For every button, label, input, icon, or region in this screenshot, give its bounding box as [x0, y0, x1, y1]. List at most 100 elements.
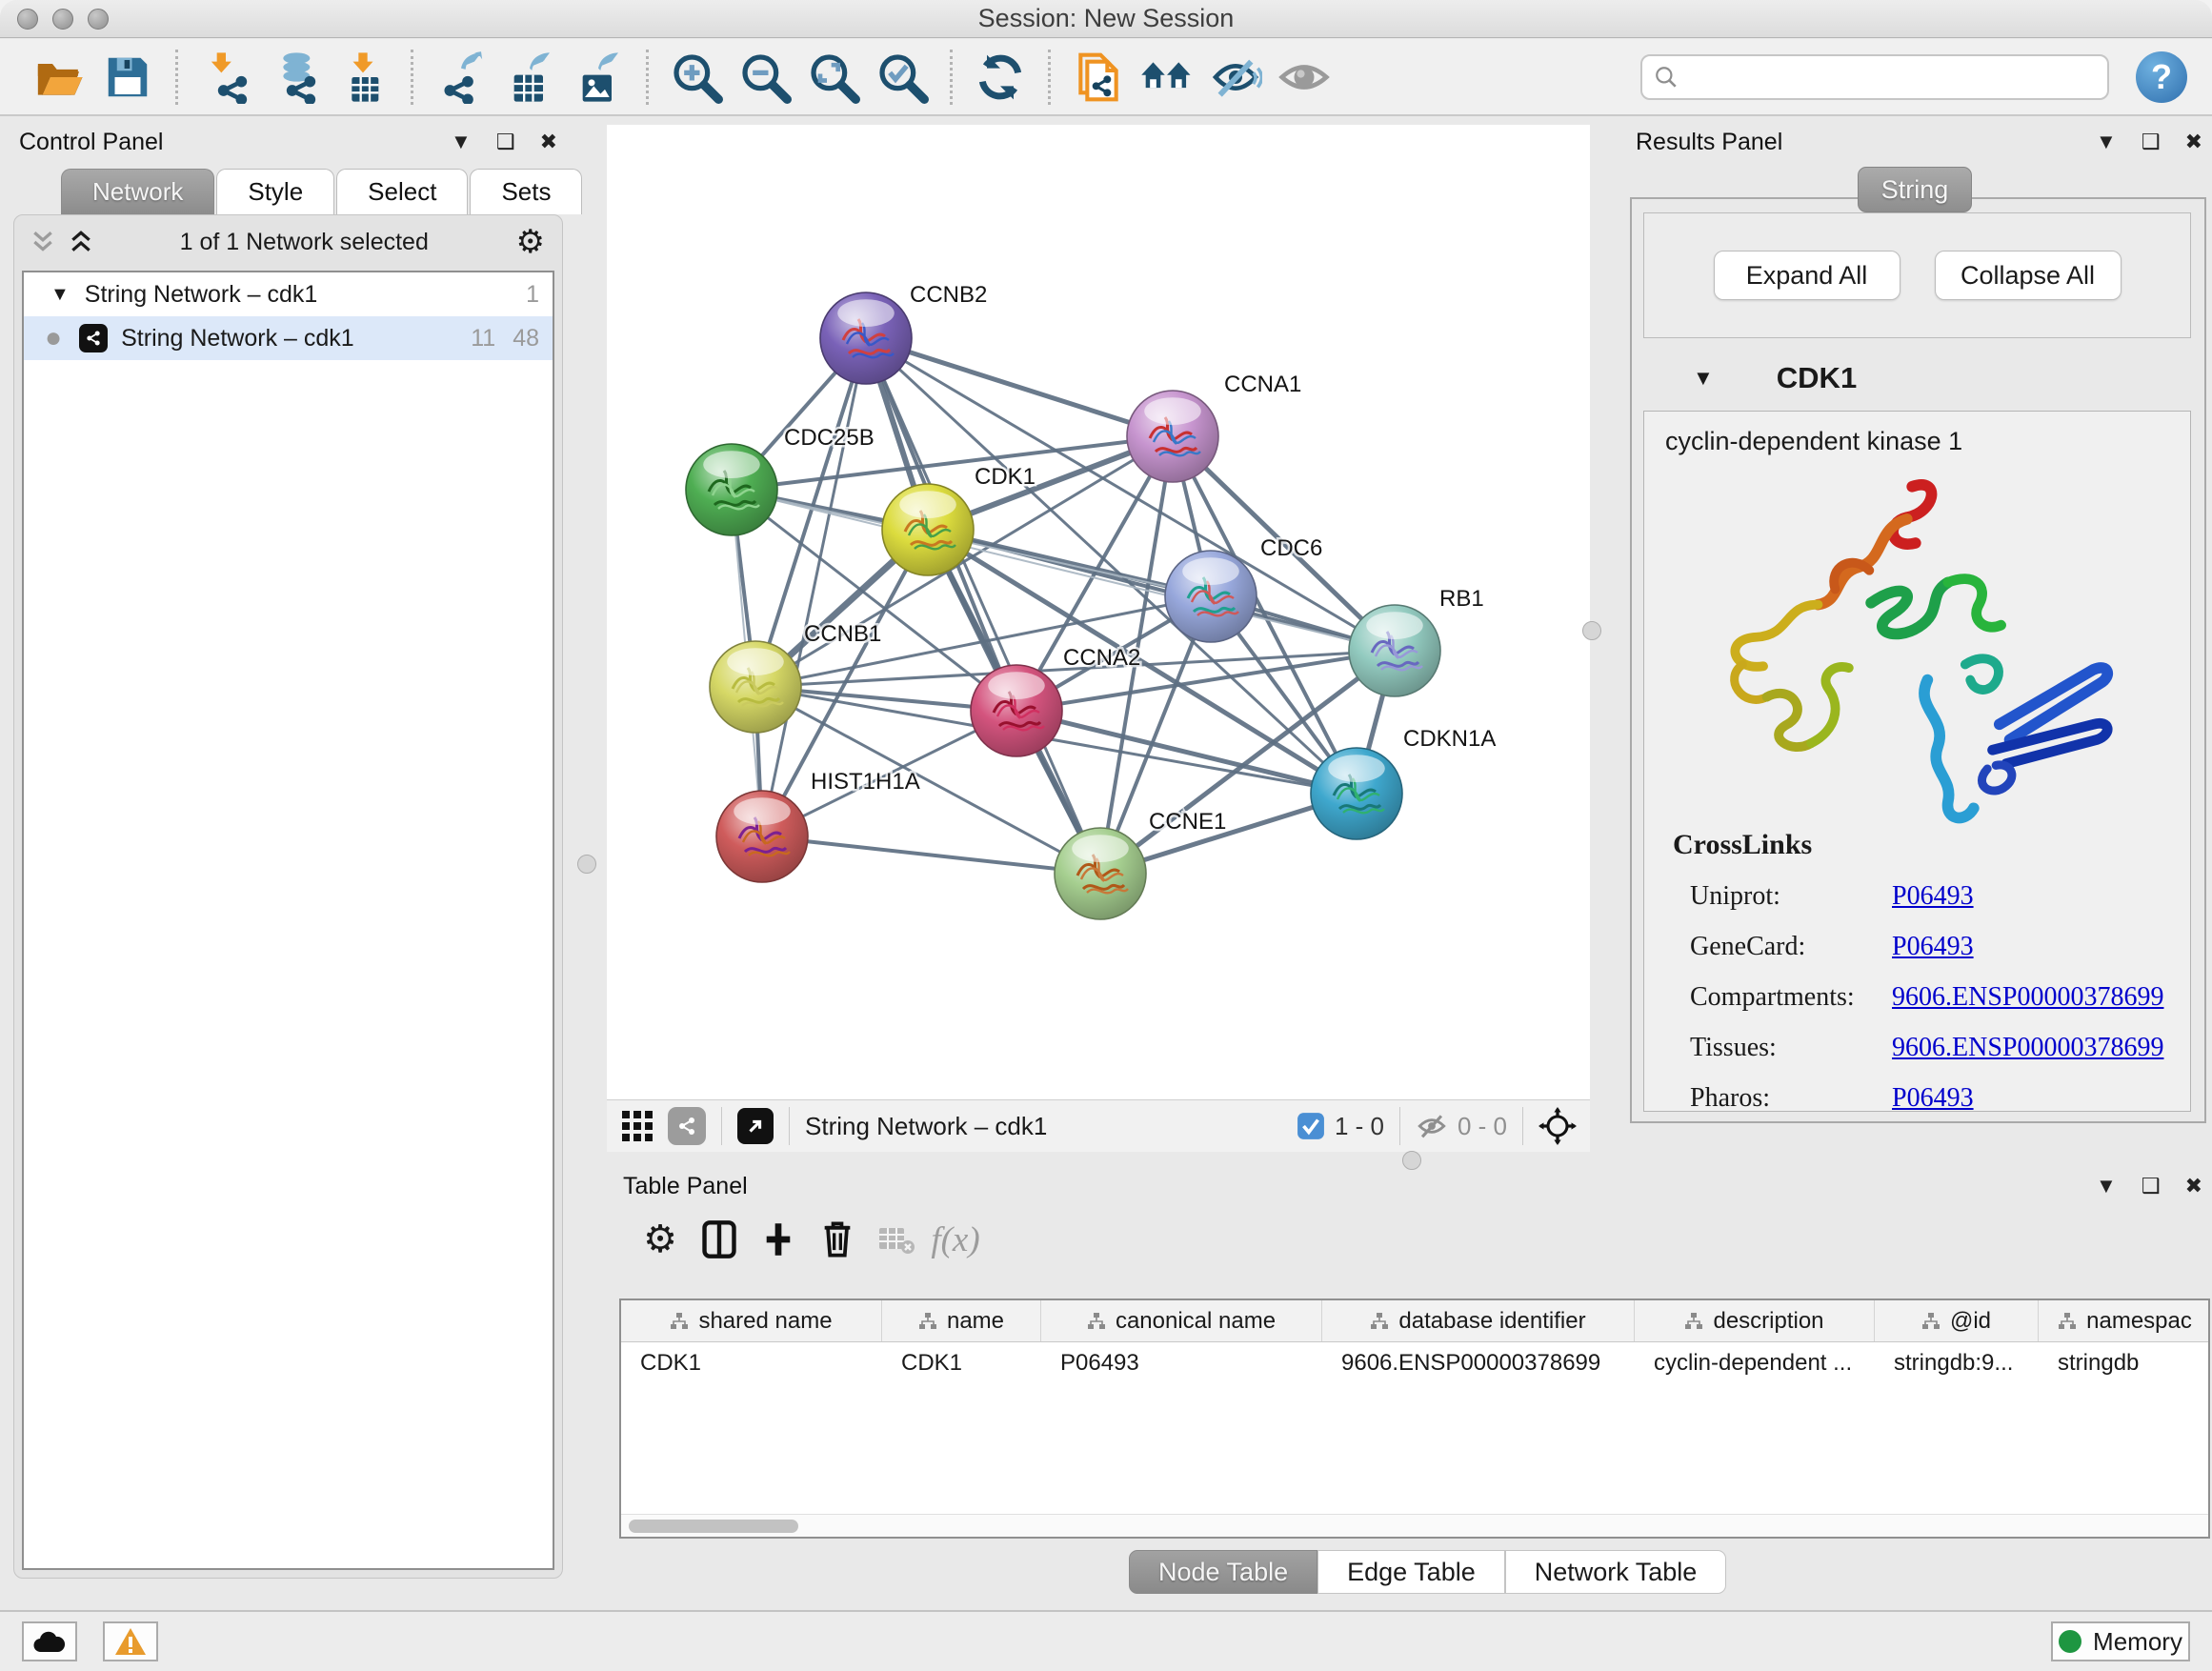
crosslink-uniprot[interactable]: P06493: [1892, 881, 1974, 912]
gene-section-header[interactable]: ▼ CDK1: [1643, 350, 2191, 407]
panel-menu-button[interactable]: ▼: [2096, 131, 2117, 152]
refresh-layout-button[interactable]: [973, 48, 1028, 107]
add-column-button[interactable]: [749, 1213, 808, 1266]
table-data-row[interactable]: CDK1CDK1P064939606.ENSP00000378699cyclin…: [621, 1342, 2208, 1384]
table-cell[interactable]: CDK1: [882, 1342, 1041, 1384]
table-cell[interactable]: cyclin-dependent ...: [1635, 1342, 1875, 1384]
column-header-4[interactable]: database identifier: [1322, 1300, 1635, 1341]
toolbar-separator: [950, 50, 953, 105]
fit-selected-crosshair-icon[interactable]: [1538, 1107, 1577, 1145]
network-graph-canvas[interactable]: CCNB2CCNA1CDC25BCDK1CDC6RB1CCNB1CCNA2CDK…: [607, 125, 1590, 1099]
network-node-CDC25B[interactable]: CDC25B: [686, 425, 875, 535]
delete-table-button[interactable]: [867, 1213, 926, 1266]
column-header-3[interactable]: canonical name: [1041, 1300, 1322, 1341]
left-splitter-handle[interactable]: [577, 855, 596, 874]
collapse-all-button[interactable]: Collapse All: [1935, 251, 2122, 300]
expand-all-icon[interactable]: [70, 230, 92, 254]
table-cell[interactable]: stringdb: [2039, 1342, 2210, 1384]
panel-close-button[interactable]: ✖: [2185, 131, 2202, 152]
table-options-button[interactable]: ⚙: [631, 1213, 690, 1266]
tab-string[interactable]: String: [1858, 167, 1972, 212]
column-header-5[interactable]: description: [1635, 1300, 1875, 1341]
crosslink-compartments[interactable]: 9606.ENSP00000378699: [1892, 982, 2163, 1013]
panel-close-button[interactable]: ✖: [2185, 1176, 2202, 1197]
table-panel-title: Table Panel: [623, 1173, 748, 1200]
table-cell[interactable]: stringdb:9...: [1875, 1342, 2039, 1384]
warnings-button[interactable]: [103, 1621, 158, 1661]
string-style-button[interactable]: [668, 1107, 706, 1145]
selected-checkbox-icon[interactable]: [1297, 1112, 1325, 1140]
gene-expander-icon[interactable]: ▼: [1693, 366, 1714, 391]
export-table-button[interactable]: [502, 48, 557, 107]
column-header-2[interactable]: name: [882, 1300, 1041, 1341]
collection-expander-icon[interactable]: ▼: [50, 284, 70, 306]
table-cell[interactable]: P06493: [1041, 1342, 1322, 1384]
delete-column-button[interactable]: [808, 1213, 867, 1266]
import-table-button[interactable]: [335, 48, 391, 107]
panel-close-button[interactable]: ✖: [540, 131, 557, 152]
panel-menu-button[interactable]: ▼: [451, 131, 472, 152]
network-collection-row[interactable]: ▼ String Network – cdk1 1: [24, 272, 553, 316]
tab-sets[interactable]: Sets: [470, 169, 582, 214]
network-node-CCNA1[interactable]: CCNA1: [1127, 372, 1301, 482]
tab-node-table[interactable]: Node Table: [1129, 1550, 1317, 1594]
network-options-gear-icon[interactable]: ⚙: [516, 223, 545, 261]
show-hide-results-button[interactable]: [1208, 48, 1263, 107]
tab-select[interactable]: Select: [336, 169, 468, 214]
crosslink-genecard[interactable]: P06493: [1892, 932, 1974, 962]
open-in-new-window-button[interactable]: [737, 1108, 774, 1144]
show-columns-button[interactable]: [690, 1213, 749, 1266]
grid-view-icon[interactable]: [620, 1109, 654, 1143]
panel-float-button[interactable]: ❑: [2142, 1176, 2161, 1197]
function-builder-button[interactable]: f(x): [926, 1213, 985, 1266]
cloud-status-button[interactable]: [22, 1621, 77, 1661]
save-session-button[interactable]: [100, 48, 155, 107]
export-image-button[interactable]: [571, 48, 626, 107]
clone-network-button[interactable]: [1071, 48, 1126, 107]
open-session-button[interactable]: [31, 48, 87, 107]
crosslink-pharos[interactable]: P06493: [1892, 1083, 1974, 1114]
crosslink-tissues[interactable]: 9606.ENSP00000378699: [1892, 1033, 2163, 1063]
scrollbar-thumb[interactable]: [629, 1520, 798, 1533]
save-icon: [102, 51, 153, 103]
export-network-button[interactable]: [433, 48, 489, 107]
panel-float-button[interactable]: ❑: [2142, 131, 2161, 152]
search-field-container: [1640, 54, 2109, 100]
column-header-6[interactable]: @id: [1875, 1300, 2039, 1341]
help-button[interactable]: ?: [2136, 51, 2187, 103]
tab-network[interactable]: Network: [61, 169, 214, 214]
import-network-file-button[interactable]: [198, 48, 253, 107]
column-header-7[interactable]: namespac: [2039, 1300, 2210, 1341]
zoom-fit-button[interactable]: [806, 48, 861, 107]
expand-all-button[interactable]: Expand All: [1714, 251, 1900, 300]
tab-network-table[interactable]: Network Table: [1505, 1550, 1727, 1594]
export-network-icon: [434, 50, 488, 104]
search-input[interactable]: [1688, 63, 2096, 91]
table-cell[interactable]: CDK1: [621, 1342, 882, 1384]
panel-float-button[interactable]: ❑: [496, 131, 515, 152]
import-network-icon: [199, 50, 252, 104]
zoom-out-button[interactable]: [737, 48, 793, 107]
tab-edge-table[interactable]: Edge Table: [1317, 1550, 1505, 1594]
panel-menu-button[interactable]: ▼: [2096, 1176, 2117, 1197]
right-splitter-handle[interactable]: [1582, 621, 1601, 640]
import-network-database-button[interactable]: [267, 48, 322, 107]
network-node-RB1[interactable]: RB1: [1349, 586, 1484, 696]
network-row-selected[interactable]: ● String Network – cdk1 11 48: [24, 316, 553, 360]
zoom-selected-button[interactable]: [875, 48, 930, 107]
zoom-in-button[interactable]: [669, 48, 724, 107]
tab-style[interactable]: Style: [216, 169, 334, 214]
show-graphics-details-button[interactable]: [1277, 48, 1332, 107]
bottom-splitter-handle[interactable]: [1402, 1151, 1421, 1170]
network-node-HIST1H1A[interactable]: HIST1H1A: [716, 769, 920, 882]
table-cell[interactable]: 9606.ENSP00000378699: [1322, 1342, 1635, 1384]
column-header-1[interactable]: shared name: [621, 1300, 882, 1341]
collapse-all-icon[interactable]: [31, 230, 54, 254]
network-node-CCNB1[interactable]: CCNB1: [710, 621, 881, 733]
column-attribute-icon: [2058, 1312, 2077, 1331]
string-home-button[interactable]: [1139, 48, 1195, 107]
node-label-CCNB1: CCNB1: [804, 621, 881, 647]
network-node-CDKN1A[interactable]: CDKN1A: [1311, 726, 1496, 839]
crosslink-label: GeneCard:: [1690, 932, 1892, 962]
memory-button[interactable]: Memory: [2051, 1621, 2190, 1661]
